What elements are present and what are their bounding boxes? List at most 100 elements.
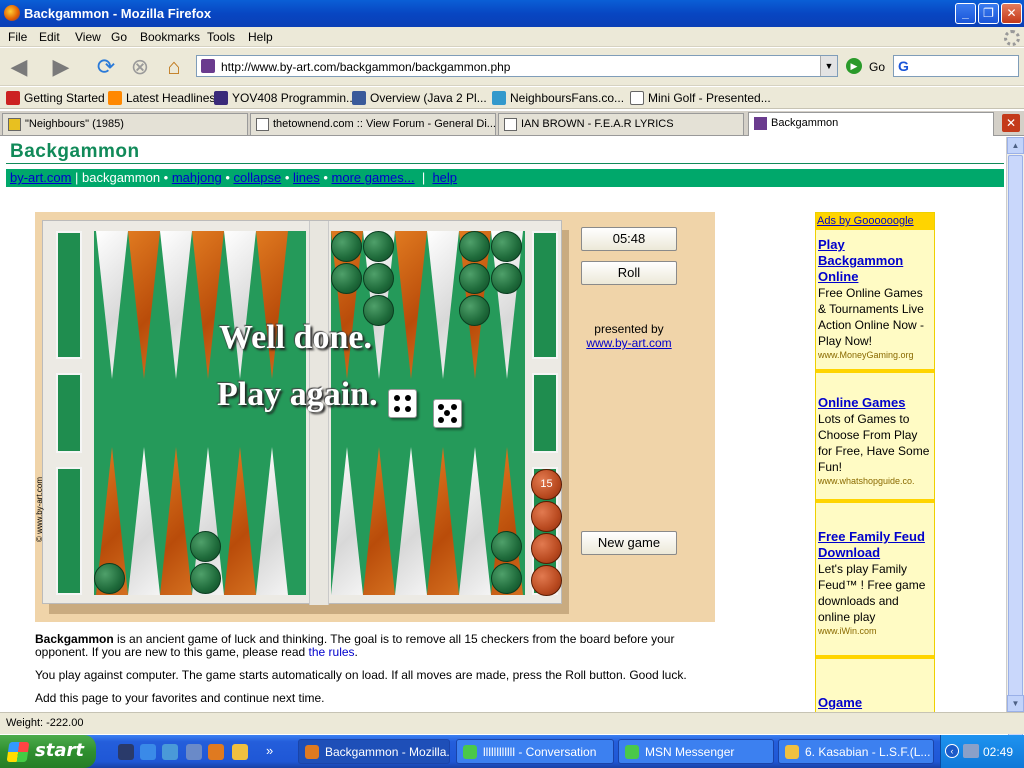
point[interactable] [160, 447, 192, 595]
bear-off-tray[interactable]: 15 [531, 467, 562, 596]
reload-icon[interactable]: ⟳ [93, 54, 119, 80]
go-icon[interactable]: ▶ [846, 58, 862, 74]
ad-url[interactable]: www.MoneyGaming.org [818, 349, 932, 361]
ad-item[interactable]: Free Family Feud Download Let's play Fam… [818, 529, 932, 637]
scroll-up-icon[interactable]: ▲ [1007, 137, 1024, 154]
point[interactable] [128, 447, 160, 595]
checker-green[interactable] [94, 563, 125, 594]
checker-green[interactable] [331, 263, 362, 294]
bookmark-neighboursfans[interactable]: NeighboursFans.co... [492, 91, 624, 105]
chevron-right-icon[interactable]: » [266, 743, 273, 758]
home-icon[interactable]: ⌂ [161, 54, 187, 80]
point[interactable] [160, 231, 192, 379]
vertical-scrollbar[interactable]: ▲ ▼ [1006, 137, 1024, 747]
checker-green[interactable] [363, 231, 394, 262]
menu-tools[interactable]: Tools [207, 30, 235, 44]
point[interactable] [427, 447, 459, 595]
point[interactable] [459, 447, 491, 595]
ad-item[interactable]: Play Backgammon Online Free Online Games… [818, 237, 932, 361]
checker-green[interactable] [491, 531, 522, 562]
bookmark-getting-started[interactable]: Getting Started [6, 91, 105, 105]
window-titlebar[interactable]: Backgammon - Mozilla Firefox _ ❐ ✕ [0, 0, 1024, 27]
quicklaunch-icon[interactable] [118, 744, 134, 760]
bookmark-java-overview[interactable]: Overview (Java 2 Pl... [352, 91, 487, 105]
ad-item[interactable]: Ogame [818, 695, 932, 711]
nav-mahjong[interactable]: mahjong [172, 170, 222, 185]
search-input[interactable]: G [893, 55, 1019, 77]
point[interactable] [395, 447, 427, 595]
rules-link[interactable]: the rules [309, 645, 355, 659]
close-tab-icon[interactable]: ✕ [1002, 114, 1020, 132]
maximize-button[interactable]: ❐ [978, 3, 999, 24]
tab-ian-brown[interactable]: IAN BROWN - F.E.A.R LYRICS [498, 113, 744, 135]
ad-title[interactable]: Free Family Feud Download [818, 529, 932, 561]
menu-go[interactable]: Go [111, 30, 127, 44]
ad-url[interactable]: www.whatshopguide.co. [818, 475, 932, 487]
menu-help[interactable]: Help [248, 30, 273, 44]
bookmark-mini-golf[interactable]: Mini Golf - Presented... [630, 91, 771, 105]
checker-green[interactable] [190, 531, 221, 562]
task-msn-messenger[interactable]: MSN Messenger [618, 739, 774, 764]
nav-more-games[interactable]: more games... [332, 170, 415, 185]
ads-header[interactable]: Ads by Goooooogle [816, 213, 934, 230]
point[interactable] [256, 447, 288, 595]
tab-neighbours[interactable]: "Neighbours" (1985) [2, 113, 248, 135]
point[interactable] [331, 447, 363, 595]
checker-green[interactable] [363, 263, 394, 294]
roll-button[interactable]: Roll [581, 261, 677, 285]
nav-collapse[interactable]: collapse [234, 170, 282, 185]
point[interactable] [128, 231, 160, 379]
bookmark-latest-headlines[interactable]: Latest Headlines [108, 91, 215, 105]
checker-green[interactable] [459, 295, 490, 326]
firefox-icon[interactable] [208, 744, 224, 760]
checker-green[interactable] [491, 263, 522, 294]
menu-bookmarks[interactable]: Bookmarks [140, 30, 200, 44]
task-backgammon[interactable]: Backgammon - Mozilla... [298, 739, 450, 764]
menu-file[interactable]: File [8, 30, 27, 44]
menu-view[interactable]: View [75, 30, 101, 44]
ad-url[interactable]: www.iWin.com [818, 625, 932, 637]
ie-icon[interactable] [140, 744, 156, 760]
checker-green[interactable] [491, 563, 522, 594]
stop-icon[interactable]: ⊗ [127, 54, 153, 80]
quicklaunch-icon[interactable] [162, 744, 178, 760]
point[interactable] [363, 447, 395, 595]
tray-collapse-icon[interactable]: ‹ [945, 744, 959, 758]
ad-title[interactable]: Play Backgammon Online [818, 237, 932, 285]
scroll-down-icon[interactable]: ▼ [1007, 695, 1024, 712]
history-dropdown-icon[interactable]: ▼ [820, 56, 837, 76]
back-icon[interactable]: ◀ [6, 54, 32, 80]
network-icon[interactable] [963, 744, 979, 758]
scroll-thumb[interactable] [1008, 155, 1023, 747]
nav-lines[interactable]: lines [293, 170, 320, 185]
checker-green[interactable] [491, 231, 522, 262]
point[interactable] [427, 231, 459, 379]
nav-help[interactable]: help [432, 170, 457, 185]
presented-by-link[interactable]: www.by-art.com [586, 336, 671, 350]
ad-item[interactable]: Online Games Lots of Games to Choose Fro… [818, 395, 932, 487]
point[interactable] [395, 231, 427, 379]
backgammon-board[interactable]: 15 Well done. Play again. [42, 220, 562, 605]
ad-title[interactable]: Ogame [818, 695, 932, 711]
ad-title[interactable]: Online Games [818, 395, 932, 411]
menu-edit[interactable]: Edit [39, 30, 60, 44]
point[interactable] [96, 231, 128, 379]
address-input[interactable]: http://www.by-art.com/backgammon/backgam… [221, 60, 510, 74]
start-button[interactable]: start [0, 735, 96, 768]
ads-header-link[interactable]: Ads by Goooooogle [817, 215, 914, 227]
address-bar[interactable]: http://www.by-art.com/backgammon/backgam… [196, 55, 838, 77]
nav-by-art[interactable]: by-art.com [10, 170, 71, 185]
checker-green[interactable] [459, 231, 490, 262]
forward-icon[interactable]: ▶ [48, 54, 74, 80]
task-kasabian[interactable]: 6. Kasabian - L.S.F.(L... [778, 739, 934, 764]
minimize-button[interactable]: _ [955, 3, 976, 24]
folder-icon[interactable] [232, 744, 248, 760]
tab-backgammon[interactable]: Backgammon [748, 112, 994, 136]
quicklaunch-icon[interactable] [186, 744, 202, 760]
point[interactable] [224, 447, 256, 595]
checker-green[interactable] [331, 231, 362, 262]
close-button[interactable]: ✕ [1001, 3, 1022, 24]
task-conversation[interactable]: llllllllllll - Conversation [456, 739, 614, 764]
checker-green[interactable] [459, 263, 490, 294]
go-button[interactable]: Go [869, 60, 885, 74]
